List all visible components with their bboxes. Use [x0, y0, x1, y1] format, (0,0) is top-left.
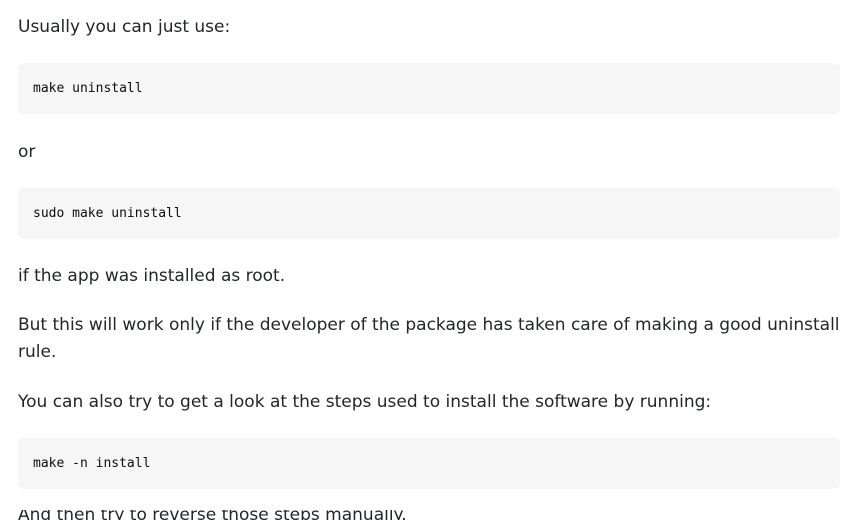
- code-text: sudo make uninstall: [33, 206, 182, 221]
- paragraph-reverse-steps: And then try to reverse those steps manu…: [18, 510, 407, 520]
- paragraph-developer-note: But this will work only if the developer…: [18, 315, 840, 362]
- paragraph-root-note: if the app was installed as root.: [18, 266, 286, 286]
- paragraph-dry-run-intro: You can also try to get a look at the st…: [18, 392, 712, 412]
- paragraph-intro: Usually you can just use:: [18, 17, 231, 37]
- code-block-sudo-make-uninstall[interactable]: sudo make uninstall: [18, 188, 840, 239]
- paragraph-or: or: [18, 142, 36, 162]
- code-text: make -n install: [33, 456, 151, 471]
- code-block-make-uninstall[interactable]: make uninstall: [18, 63, 840, 114]
- paragraph-cutoff: And then try to reverse those steps manu…: [18, 510, 840, 520]
- code-text: make uninstall: [33, 81, 143, 96]
- code-block-make-n-install[interactable]: make -n install: [18, 438, 840, 489]
- answer-body: Usually you can just use: make uninstall…: [0, 0, 859, 520]
